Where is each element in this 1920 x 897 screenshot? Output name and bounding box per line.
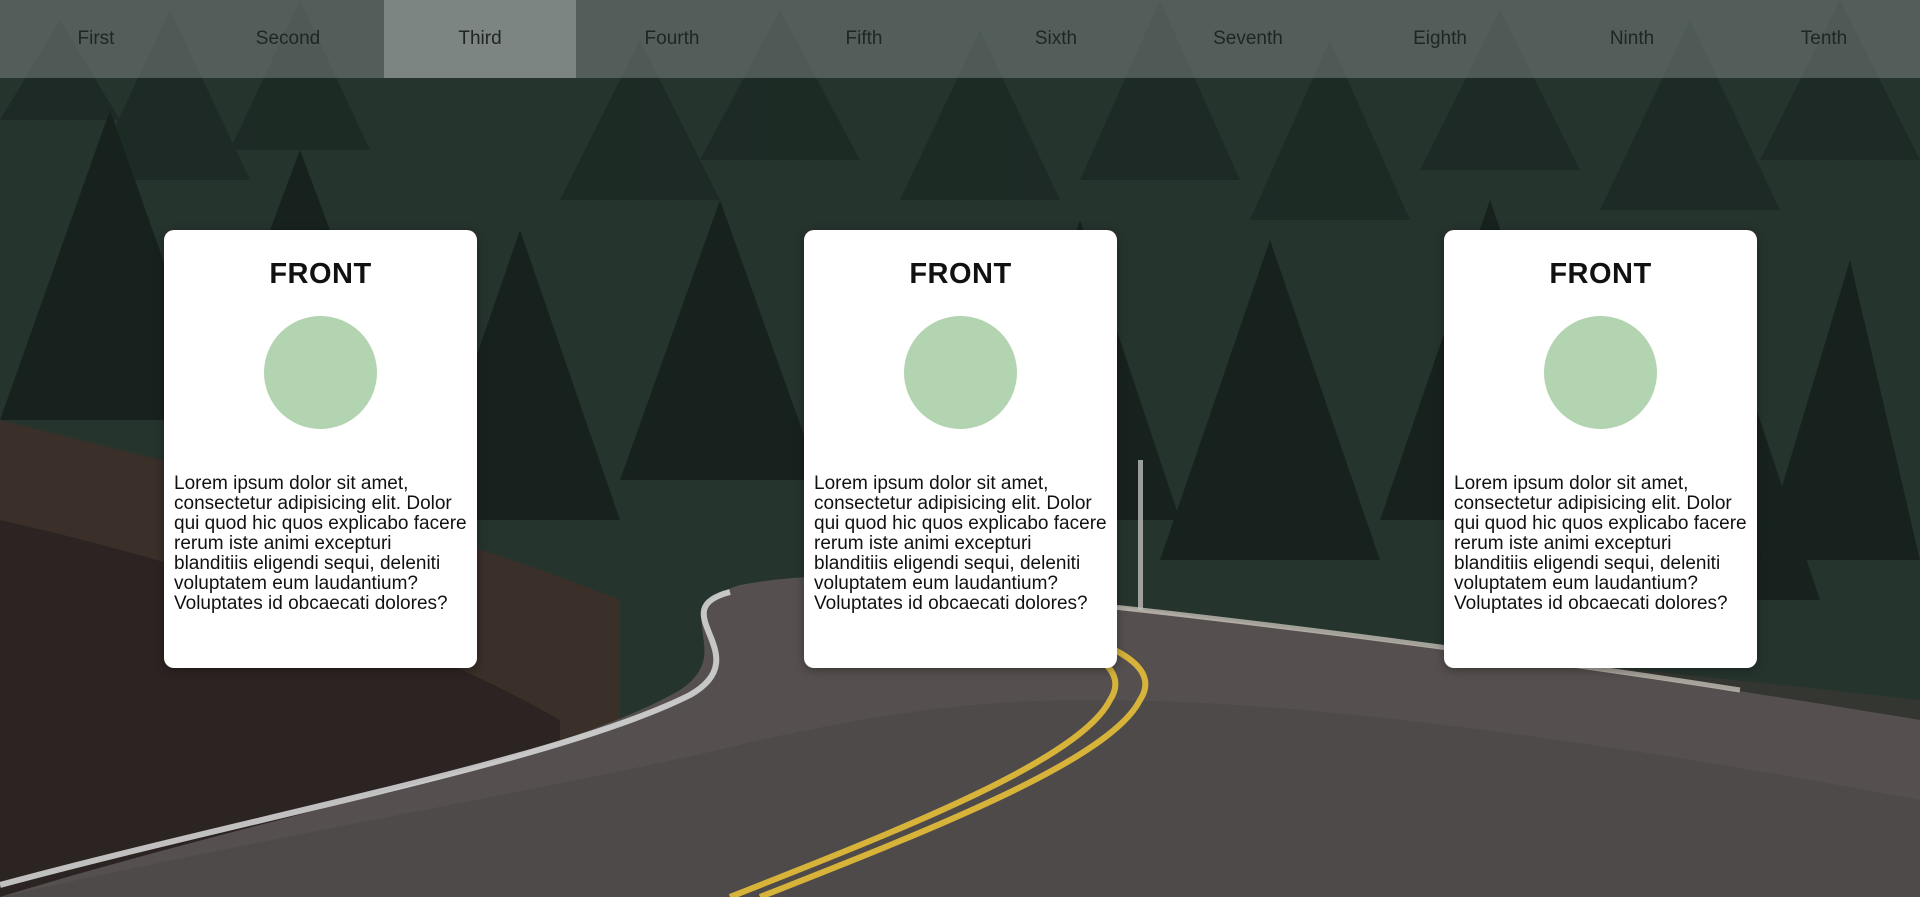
nav-item-third[interactable]: Third xyxy=(384,0,576,78)
flip-card-2[interactable]: FRONT Lorem ipsum dolor sit amet, consec… xyxy=(804,230,1117,668)
top-navigation-bar: First Second Third Fourth Fifth Sixth Se… xyxy=(0,0,1920,78)
card-text: Lorem ipsum dolor sit amet, consectetur … xyxy=(1454,473,1747,614)
nav-item-first[interactable]: First xyxy=(0,0,192,78)
card-circle-image xyxy=(264,316,377,429)
nav-item-ninth[interactable]: Ninth xyxy=(1536,0,1728,78)
card-title: FRONT xyxy=(269,258,372,290)
card-title: FRONT xyxy=(1549,258,1652,290)
card-circle-image xyxy=(1544,316,1657,429)
flip-card-1[interactable]: FRONT Lorem ipsum dolor sit amet, consec… xyxy=(164,230,477,668)
card-text: Lorem ipsum dolor sit amet, consectetur … xyxy=(174,473,467,614)
nav-item-eighth[interactable]: Eighth xyxy=(1344,0,1536,78)
nav-item-tenth[interactable]: Tenth xyxy=(1728,0,1920,78)
nav-item-fourth[interactable]: Fourth xyxy=(576,0,768,78)
flip-card-3[interactable]: FRONT Lorem ipsum dolor sit amet, consec… xyxy=(1444,230,1757,668)
card-title: FRONT xyxy=(909,258,1012,290)
card-circle-image xyxy=(904,316,1017,429)
nav-item-sixth[interactable]: Sixth xyxy=(960,0,1152,78)
nav-item-fifth[interactable]: Fifth xyxy=(768,0,960,78)
nav-item-seventh[interactable]: Seventh xyxy=(1152,0,1344,78)
card-text: Lorem ipsum dolor sit amet, consectetur … xyxy=(814,473,1107,614)
nav-item-second[interactable]: Second xyxy=(192,0,384,78)
card-row: FRONT Lorem ipsum dolor sit amet, consec… xyxy=(0,0,1920,897)
